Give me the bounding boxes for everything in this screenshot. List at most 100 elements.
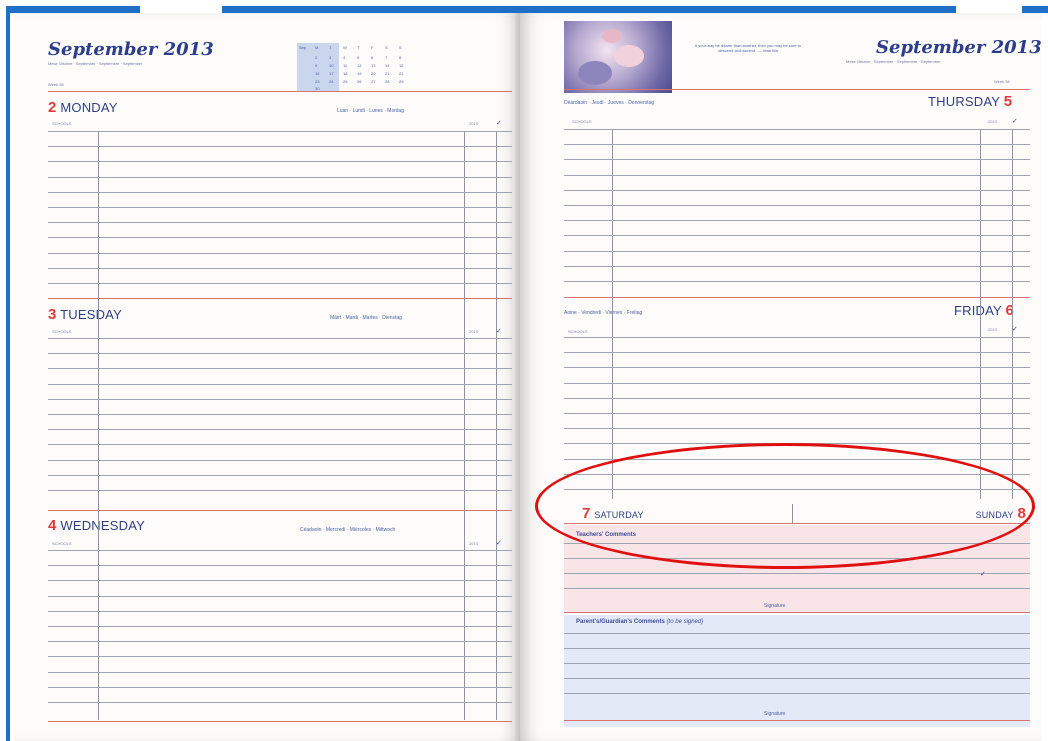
ruled-line xyxy=(48,626,512,627)
red-highlight-oval xyxy=(535,443,1035,569)
ruled-line xyxy=(564,428,1030,430)
day-languages: Máirt · Mardi · Martes · Dienstag xyxy=(330,315,402,321)
ruled-line xyxy=(564,174,1030,176)
ruled-line xyxy=(48,459,512,461)
divider xyxy=(48,721,512,722)
column-label: SCHOOLS xyxy=(52,329,72,334)
day-languages: Déardaoin · Jeudi · Jueves · Donnerstag xyxy=(564,100,655,106)
ruled-line xyxy=(48,252,512,254)
ruled-line xyxy=(48,191,512,193)
ruled-line xyxy=(564,382,1030,384)
ruled-line xyxy=(48,702,512,703)
ruled-line xyxy=(564,413,1030,414)
ruled-line xyxy=(48,338,512,339)
day-languages: Luan · Lundi · Lunes · Montag xyxy=(337,108,404,114)
margin-line xyxy=(496,131,497,720)
divider xyxy=(48,510,512,511)
day-name: TUESDAY xyxy=(60,307,122,322)
parents-comments-note: (to be signed) xyxy=(666,619,704,625)
column-label: SCHOOLS xyxy=(568,329,588,334)
ruled-line xyxy=(564,588,1030,589)
divider xyxy=(48,91,512,92)
column-label: 2013 xyxy=(988,119,997,124)
week-label: Week 36 xyxy=(48,82,64,87)
ruled-line xyxy=(48,207,512,208)
ruled-line xyxy=(564,678,1030,679)
ruled-line xyxy=(564,352,1030,354)
day-number: 4 xyxy=(48,517,57,534)
right-diary-page: If your way be dearer than another, then… xyxy=(520,13,1042,741)
ruled-line xyxy=(48,550,512,551)
ruled-line xyxy=(564,367,1030,369)
ruled-line xyxy=(48,414,512,415)
ruled-line xyxy=(48,161,512,163)
ruled-line xyxy=(564,205,1030,206)
divider xyxy=(564,89,1030,90)
day-header-thursday: THURSDAY 5 xyxy=(928,93,1012,110)
ruled-line xyxy=(48,283,512,284)
ruled-line xyxy=(564,159,1030,161)
day-name: FRIDAY xyxy=(954,303,1002,318)
ruled-line xyxy=(48,641,512,643)
ruled-line xyxy=(48,474,512,476)
ruled-line xyxy=(564,220,1030,222)
column-label: 2013 xyxy=(988,327,997,332)
week-label: Week 36 xyxy=(994,79,1010,84)
ruled-line xyxy=(48,176,512,178)
divider xyxy=(564,720,1030,721)
ruled-line xyxy=(564,235,1030,237)
ruled-line xyxy=(564,144,1030,146)
month-title: September 2013 xyxy=(876,37,1042,58)
check-icon: ✓ xyxy=(980,571,986,578)
parents-comments-text: Parent's/Guardian's Comments xyxy=(576,619,665,625)
blue-frame-top xyxy=(222,6,956,13)
day-header-friday: FRIDAY 6 xyxy=(954,302,1014,319)
column-label: 2013 xyxy=(469,541,478,546)
day-number: 5 xyxy=(1003,93,1013,110)
column-label: 2013 xyxy=(469,329,478,334)
day-number: 3 xyxy=(48,306,57,323)
ruled-line xyxy=(564,129,1030,130)
ruled-line xyxy=(564,573,1030,574)
ruled-line xyxy=(48,490,512,491)
ruled-line xyxy=(48,237,512,239)
ruled-line xyxy=(48,656,512,658)
ruled-line xyxy=(48,222,512,224)
month-subtitle: Mese Ottobre · September · Septiembre · … xyxy=(846,59,941,64)
parents-comments-label: Parent's/Guardian's Comments (to be sign… xyxy=(576,619,703,625)
check-icon: ✓ xyxy=(1012,118,1018,125)
column-label: SCHOOLS xyxy=(52,121,72,126)
hands-photo xyxy=(564,21,672,93)
divider xyxy=(564,297,1030,298)
ruled-line xyxy=(564,189,1030,191)
ruled-line xyxy=(48,267,512,269)
day-name: MONDAY xyxy=(60,100,118,115)
ruled-line xyxy=(48,580,512,582)
ruled-line xyxy=(564,265,1030,267)
month-title: September 2013 xyxy=(48,39,214,60)
ruled-line xyxy=(48,610,512,612)
signature-label: Signature xyxy=(764,711,786,717)
ruled-line xyxy=(48,429,512,431)
ruled-line xyxy=(48,398,512,400)
ruled-line xyxy=(564,250,1030,252)
ruled-line xyxy=(48,383,512,385)
ruled-line xyxy=(564,693,1030,694)
blue-frame-left xyxy=(6,6,10,741)
check-icon: ✓ xyxy=(496,120,502,127)
day-header-monday: 2 MONDAY xyxy=(48,99,118,116)
ruled-line xyxy=(48,131,512,132)
ruled-line xyxy=(564,633,1030,634)
day-languages: Aoine · Vendredi · Viernes · Freitag xyxy=(564,310,643,316)
ruled-line xyxy=(48,353,512,355)
column-label: SCHOOLS xyxy=(572,119,592,124)
quote-text: If your way be dearer than another, then… xyxy=(694,43,802,53)
ruled-line xyxy=(564,663,1030,664)
ruled-line xyxy=(564,337,1030,338)
left-diary-page: September 2013 Mese Ottobre · September … xyxy=(14,13,520,741)
day-header-wednesday: 4 WEDNESDAY xyxy=(48,517,145,534)
day-number: 2 xyxy=(48,99,57,116)
column-label: SCHOOLS xyxy=(52,541,72,546)
day-name: THURSDAY xyxy=(928,94,1000,109)
ruled-line xyxy=(564,648,1030,649)
